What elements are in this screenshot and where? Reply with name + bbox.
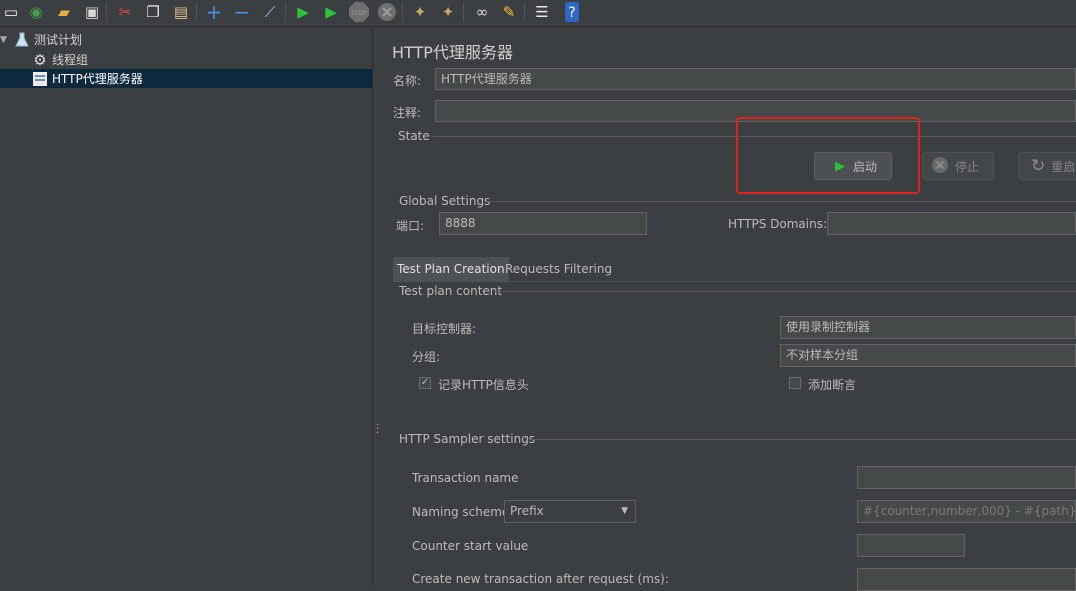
help-icon[interactable]: ? (561, 1, 583, 23)
add-assertions-label: 添加断言 (808, 378, 857, 392)
naming-scheme-label: Naming scheme (412, 505, 510, 519)
tree-item-label: HTTP代理服务器 (52, 72, 143, 86)
tree-item-http-proxy[interactable]: HTTP代理服务器 (0, 69, 372, 88)
name-label: 名称: (393, 74, 422, 88)
toolbar-separator (106, 3, 107, 22)
tree-item-label: 测试计划 (34, 33, 83, 47)
record-headers-label: 记录HTTP信息头 (438, 378, 529, 392)
collapse-icon[interactable]: − (231, 1, 253, 23)
toolbar-separator (524, 3, 525, 22)
test-plan-content-label: Test plan content (399, 284, 503, 298)
divider (495, 291, 1076, 292)
proxy-config-panel: HTTP代理服务器 名称: HTTP代理服务器 注释: State ▶ 启动 停… (383, 27, 1076, 591)
gear-icon: ⚙ (33, 50, 47, 69)
stop-icon: STOP (348, 1, 370, 23)
toolbar-separator (196, 3, 197, 22)
counter-start-field[interactable] (857, 534, 965, 557)
svg-text:STOP: STOP (351, 10, 367, 17)
new-icon[interactable]: ▭ (0, 1, 22, 23)
divider (529, 439, 1076, 440)
grouping-label: 分组: (412, 350, 441, 364)
tree-item-test-plan[interactable]: ▼ 测试计划 (0, 30, 82, 49)
shutdown-icon (376, 1, 398, 23)
https-domains-field[interactable] (827, 212, 1076, 235)
state-section-label: State (398, 129, 430, 143)
record-headers-checkbox[interactable]: ✓ (419, 377, 431, 389)
naming-format-field[interactable]: #{counter,number,000} - #{path} (#{name}… (857, 500, 1076, 523)
target-controller-select[interactable]: 使用录制控制器 (780, 316, 1076, 339)
restart-button-label: 重启 (1051, 159, 1076, 174)
stop-button-label: 停止 (955, 159, 980, 174)
stop-icon (931, 156, 949, 177)
toggle-icon[interactable]: ⟋ (259, 1, 281, 23)
clear-icon[interactable]: ✦ (409, 1, 431, 23)
https-domains-label: HTTPS Domains: (728, 217, 827, 231)
proxy-icon (32, 71, 48, 87)
tree-item-label: 线程组 (52, 53, 89, 67)
naming-scheme-select[interactable]: Prefix ▼ (504, 500, 636, 523)
start-no-pause-icon[interactable]: ▶ (320, 1, 342, 23)
open-icon[interactable]: ▰ (53, 1, 75, 23)
port-field[interactable]: 8888 (439, 212, 647, 235)
search-icon[interactable]: ∞ (471, 1, 493, 23)
naming-scheme-value: Prefix (510, 504, 544, 518)
chevron-down-icon: ▼ (621, 506, 628, 516)
counter-start-label: Counter start value (412, 539, 529, 553)
add-assertions-checkbox[interactable] (789, 377, 801, 389)
global-settings-label: Global Settings (399, 194, 491, 208)
clear-all-icon[interactable]: ✦ (437, 1, 459, 23)
tab-requests-filtering[interactable]: Requests Filtering (501, 257, 616, 281)
templates-icon[interactable]: ◉ (25, 1, 47, 23)
toolbar-separator (402, 3, 403, 22)
save-icon[interactable]: ▣ (81, 1, 103, 23)
target-controller-label: 目标控制器: (412, 322, 477, 336)
test-plan-tree: ▼ 测试计划 ⚙ 线程组 HTTP代理服务器 (0, 27, 372, 585)
expand-icon[interactable]: + (203, 1, 225, 23)
reset-search-icon[interactable]: ✎ (498, 1, 520, 23)
restart-icon: ↻ (1031, 156, 1046, 176)
divider (487, 201, 1076, 202)
toolbar-separator (463, 3, 464, 22)
tree-item-thread-group[interactable]: ⚙ 线程组 (32, 50, 88, 69)
start-icon[interactable]: ▶ (292, 1, 314, 23)
grouping-select[interactable]: 不对样本分组 (780, 344, 1076, 367)
cut-icon[interactable]: ✂ (114, 1, 136, 23)
test-plan-icon (14, 32, 30, 48)
create-transaction-field[interactable] (857, 568, 1076, 591)
toolbar: ▭ ◉ ▰ ▣ ✂ ❐ ▤ + − ⟋ ▶ ▶ STOP ✦ ✦ ∞ ✎ ☰ ? (0, 0, 1076, 27)
svg-text:?: ? (568, 5, 575, 21)
drag-handle-icon: · · · (376, 420, 380, 439)
transaction-name-field[interactable] (857, 466, 1076, 489)
restart-button: ↻ 重启 (1018, 152, 1076, 180)
port-label: 端口: (396, 219, 425, 233)
stop-button: 停止 (922, 152, 994, 180)
highlight-annotation (736, 117, 920, 194)
name-field[interactable]: HTTP代理服务器 (435, 68, 1076, 90)
tab-test-plan-creation[interactable]: Test Plan Creation (393, 257, 509, 281)
comment-label: 注释: (393, 106, 422, 120)
copy-icon[interactable]: ❐ (142, 1, 164, 23)
transaction-name-label: Transaction name (412, 471, 519, 485)
page-title: HTTP代理服务器 (392, 43, 513, 62)
create-transaction-label: Create new transaction after request (ms… (412, 572, 669, 586)
function-helper-icon[interactable]: ☰ (531, 1, 553, 23)
tab-divider (393, 281, 1076, 282)
sampler-settings-label: HTTP Sampler settings (399, 432, 536, 446)
toolbar-separator (285, 3, 286, 22)
tree-toggle-icon[interactable]: ▼ (0, 35, 12, 45)
paste-icon[interactable]: ▤ (170, 1, 192, 23)
